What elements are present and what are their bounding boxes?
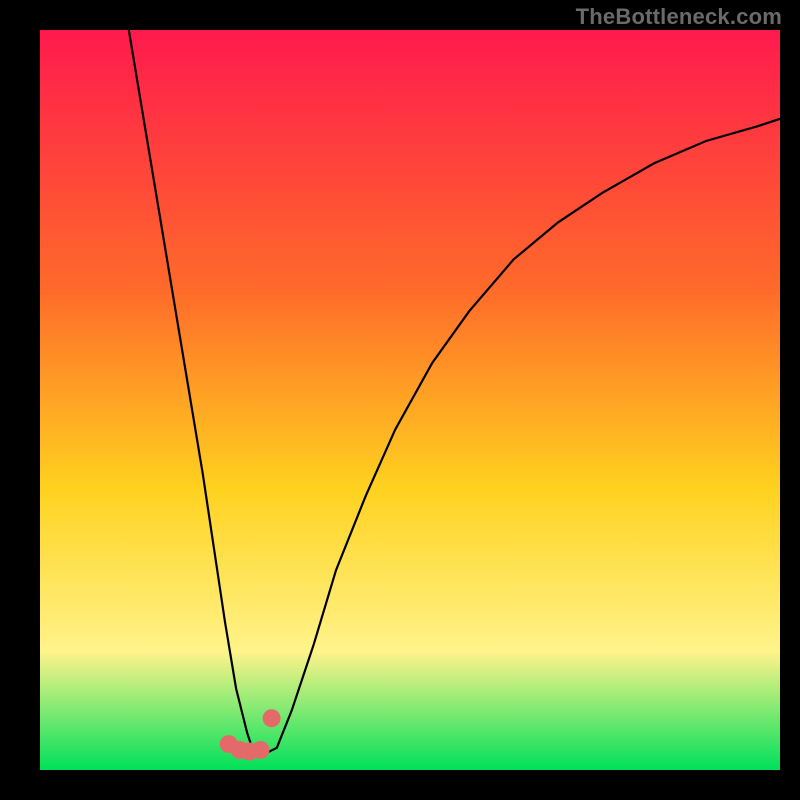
bottleneck-chart xyxy=(40,30,780,770)
highlight-dot xyxy=(252,741,270,759)
highlight-dot xyxy=(263,709,281,727)
gradient-background xyxy=(40,30,780,770)
chart-frame: { "watermark": "TheBottleneck.com", "col… xyxy=(0,0,800,800)
watermark-text: TheBottleneck.com xyxy=(576,4,782,30)
